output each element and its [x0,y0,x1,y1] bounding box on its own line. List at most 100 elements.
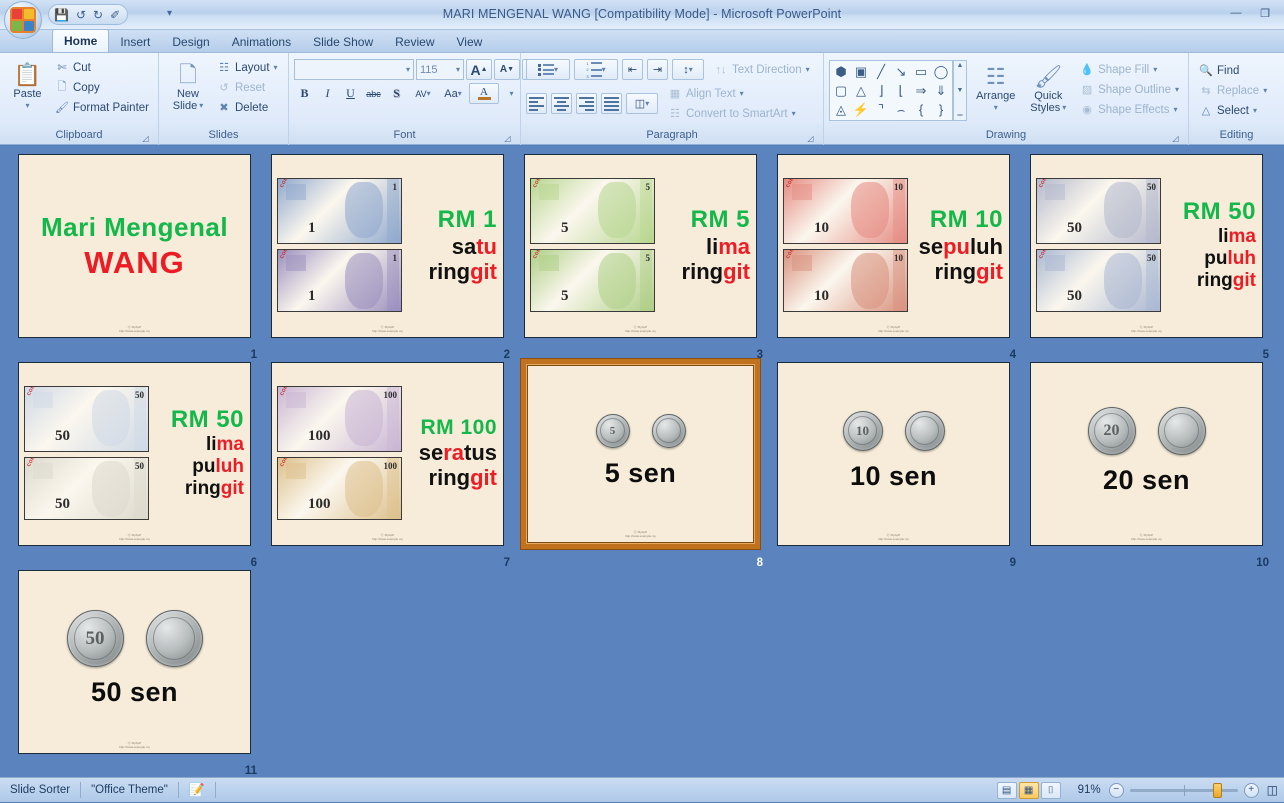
strikethrough-button[interactable]: abc [363,83,384,104]
line-spacing-button[interactable]: ↕ ▾ [672,59,704,80]
slide-surface[interactable]: 50 50 sen Ⓒ MyApP http://www.example.my [18,570,251,754]
shape-textbox[interactable]: ▣ [851,62,871,81]
font-color-button[interactable]: A [469,83,499,104]
font-color-dropdown[interactable]: ▾ [501,83,522,104]
restore-button[interactable]: ❐ [1252,4,1278,22]
shape-triangle[interactable]: △ [851,81,871,100]
numbering-button[interactable]: 1 2 3 ▾ [574,59,618,80]
shape-effects-button[interactable]: ◉ Shape Effects ▾ [1078,100,1183,119]
tab-review[interactable]: Review [384,31,445,52]
shape-right-brace[interactable]: } [931,100,951,119]
minimize-button[interactable]: — [1223,4,1249,22]
shapes-gallery[interactable]: ⬢ ▣ ╱ ↘ ▭ ◯ ▢ △ ⌋ ⌊ ⇒ ⇓ ◬ ⚡ ⌝ ⌢ {} [829,60,953,121]
layout-button[interactable]: ☷ Layout ▾ [215,58,282,77]
columns-button[interactable]: ◫ ▾ [626,93,658,114]
shape-elbow-connector[interactable]: ⌋ [871,81,891,100]
change-case-button[interactable]: Aa ▾ [439,83,467,104]
select-button[interactable]: △ Select ▾ [1197,101,1271,120]
paste-button[interactable]: 📋 Paste ▾ [5,58,50,112]
grow-font-button[interactable]: A ▲ [466,59,492,80]
shape-right-arrow[interactable]: ⇒ [911,81,931,100]
shape-lightning[interactable]: ⚡ [851,100,871,119]
zoom-out-button[interactable]: − [1108,782,1124,798]
tab-design[interactable]: Design [161,31,220,52]
shape-pie[interactable]: ◬ [831,100,851,119]
shape-fill-button[interactable]: 💧 Shape Fill ▾ [1078,60,1183,79]
slide-surface[interactable]: 20 20 sen Ⓒ MyApP http://www.example.my [1030,362,1263,546]
spellcheck-status-button[interactable]: 📝 [179,778,215,803]
shape-elbow-arrow[interactable]: ⌊ [891,81,911,100]
slide-thumbnail[interactable]: CONTOH5050CONTOH5050RM 50limapuluhringgi… [18,362,251,546]
shape-arc[interactable]: ⌢ [891,100,911,119]
slide-surface[interactable]: CONTOH100100CONTOH100100RM 100seratusrin… [271,362,504,546]
bold-button[interactable]: B [294,83,315,104]
tab-view[interactable]: View [446,31,494,52]
zoom-handle[interactable] [1212,782,1222,798]
shape-oval[interactable]: ◯ [931,62,951,81]
slide-thumbnail[interactable]: CONTOH100100CONTOH100100RM 100seratusrin… [271,362,504,546]
align-left-button[interactable] [526,93,547,114]
align-right-button[interactable] [576,93,597,114]
slide-thumbnail[interactable]: Mari Mengenal WANG Ⓒ MyApP http://www.examp… [18,154,251,338]
decrease-indent-button[interactable]: ⇤ [622,59,643,80]
slide-thumbnail[interactable]: 20 20 sen Ⓒ MyApP http://www.example.my [1030,362,1263,546]
zoom-track[interactable] [1129,782,1238,798]
convert-to-smartart-button[interactable]: ☷ Convert to SmartArt ▾ [666,104,800,123]
format-painter-button[interactable]: 🖌 Format Painter [53,98,153,117]
new-slide-button[interactable]: 🗋 New Slide ▾ [164,58,212,112]
font-dialog-launcher[interactable]: ◿ [502,133,513,144]
zoom-in-button[interactable]: + [1243,782,1259,798]
office-button[interactable] [4,1,42,39]
increase-indent-button[interactable]: ⇥ [647,59,668,80]
slide-thumbnail[interactable]: CONTOH11CONTOH11RM 1saturinggitⒸ MyApPht… [271,154,504,338]
tab-insert[interactable]: Insert [109,31,161,52]
align-text-button[interactable]: ▦ Align Text ▾ [666,84,800,103]
slide-sorter-pane[interactable]: Mari Mengenal WANG Ⓒ MyApP http://www.examp… [0,146,1284,777]
zoom-level[interactable]: 91% [1067,784,1109,796]
slide-surface[interactable]: CONTOH55CONTOH55RM 5limaringgitⒸ MyApPht… [524,154,757,338]
shape-curve[interactable]: ⌝ [871,100,891,119]
replace-button[interactable]: ⇆ Replace ▾ [1197,81,1271,100]
shape-down-arrow[interactable]: ⇓ [931,81,951,100]
character-spacing-button[interactable]: AV ▾ [409,83,437,104]
slide-thumbnail[interactable]: 50 50 sen Ⓒ MyApP http://www.example.my [18,570,251,754]
font-size-input[interactable]: 115 ▾ [416,59,464,80]
slide-sorter-view-button[interactable]: ▦ [1018,781,1039,799]
shape-outline-button[interactable]: ▨ Shape Outline ▾ [1078,80,1183,99]
shape-arrow[interactable]: ↘ [891,62,911,81]
shape-rounded-rectangle[interactable]: ▢ [831,81,851,100]
slide-thumbnail[interactable]: 10 10 sen Ⓒ MyApP http://www.example.my [777,362,1010,546]
underline-button[interactable]: U [340,83,361,104]
slide-thumbnail[interactable]: CONTOH55CONTOH55RM 5limaringgitⒸ MyApPht… [524,154,757,338]
font-name-input[interactable]: ▾ [294,59,414,80]
delete-slide-button[interactable]: ✖ Delete [215,98,282,117]
arrange-button[interactable]: ☷ Arrange ▾ [971,60,1021,114]
slide-thumbnail[interactable]: CONTOH1010CONTOH1010RM 10sepuluhringgitⒸ… [777,154,1010,338]
justify-button[interactable] [601,93,622,114]
slide-surface[interactable]: 10 10 sen Ⓒ MyApP http://www.example.my [777,362,1010,546]
slide-surface[interactable]: CONTOH1010CONTOH1010RM 10sepuluhringgitⒸ… [777,154,1010,338]
normal-view-button[interactable]: ▤ [996,781,1017,799]
scroll-up-icon[interactable]: ▲ [957,62,964,69]
shape-line[interactable]: ╱ [871,62,891,81]
slide-surface[interactable]: CONTOH5050CONTOH5050RM 50limapuluhringgi… [1030,154,1263,338]
slide-show-view-button[interactable]: ⌷ [1040,781,1061,799]
zoom-slider[interactable]: − + [1108,782,1267,798]
shrink-font-button[interactable]: A ▼ [494,59,520,80]
tab-slide-show[interactable]: Slide Show [302,31,384,52]
text-shadow-button[interactable]: S [386,83,407,104]
scroll-more-icon[interactable]: ═ [958,112,963,119]
copy-button[interactable]: 🗋 Copy [53,78,153,97]
fit-to-window-button[interactable]: ◫ [1267,778,1284,803]
shape-rectangle[interactable]: ▭ [911,62,931,81]
bullets-button[interactable]: ▾ [526,59,570,80]
quick-styles-button[interactable]: 🖌 Quick Styles ▾ [1025,60,1073,114]
paragraph-dialog-launcher[interactable]: ◿ [805,133,816,144]
slide-surface[interactable]: Mari Mengenal WANG Ⓒ MyApP http://www.examp… [18,154,251,338]
clipboard-dialog-launcher[interactable]: ◿ [140,133,151,144]
slide-surface[interactable]: CONTOH11CONTOH11RM 1saturinggitⒸ MyApPht… [271,154,504,338]
slide-surface[interactable]: 5 5 sen Ⓒ MyApP http://www.example.my [527,365,754,543]
shapes-scrollbar[interactable]: ▲ ▼ ═ [953,60,967,121]
italic-button[interactable]: I [317,83,338,104]
find-button[interactable]: 🔍 Find [1197,61,1271,80]
